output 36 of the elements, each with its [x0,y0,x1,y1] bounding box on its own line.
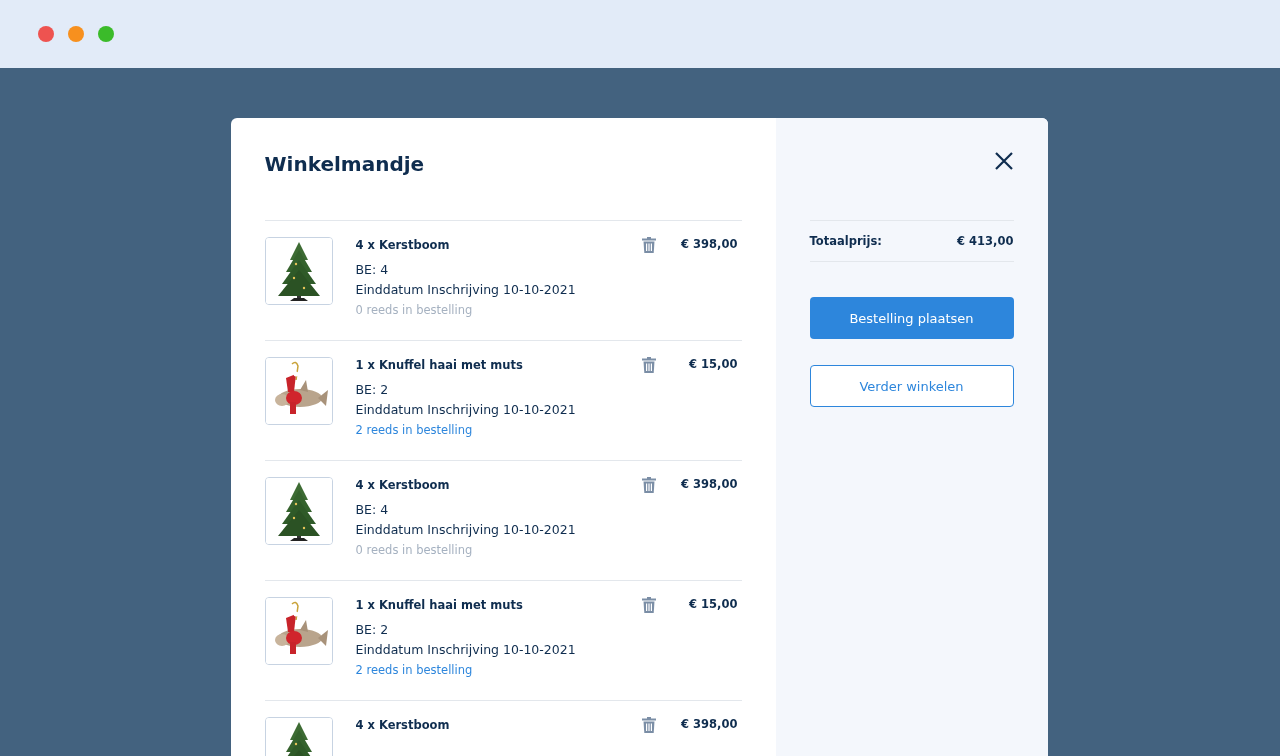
product-name: 4 x Kerstboom [355,718,451,732]
end-date: Einddatum Inschrijving 10-10-2021 [355,641,577,659]
end-date: Einddatum Inschrijving 10-10-2021 [355,281,577,299]
packing-unit: BE: 4 [355,501,390,519]
product-name: 1 x Knuffel haai met muts [355,358,524,372]
packing-unit: BE: 2 [355,381,390,399]
delete-icon[interactable] [641,597,656,613]
delete-icon[interactable] [641,717,656,733]
order-count: 0 reeds in bestelling [355,302,474,319]
packing-unit: BE: 2 [355,621,390,639]
dialog-title: Winkelmandje [264,151,426,178]
product-name: 1 x Knuffel haai met muts [355,598,524,612]
delete-icon[interactable] [641,477,656,493]
product-name: 4 x Kerstboom [355,478,451,492]
continue-shopping-button[interactable]: Verder winkelen [809,365,1014,407]
item-price: € 398,00 [680,237,739,251]
item-price: € 398,00 [680,717,739,731]
end-date: Einddatum Inschrijving 10-10-2021 [355,521,577,539]
place-order-button[interactable]: Bestelling plaatsen [809,297,1014,339]
close-icon[interactable] [993,151,1014,171]
total-label: Totaalprijs: [809,234,882,248]
delete-icon[interactable] [641,357,656,373]
order-count: 2 reeds in bestelling [355,662,474,679]
order-count: 2 reeds in bestelling [355,422,474,439]
product-name: 4 x Kerstboom [355,238,451,252]
maximize-window-dot[interactable] [98,26,114,42]
close-window-dot[interactable] [38,26,54,42]
end-date: Einddatum Inschrijving 10-10-2021 [355,401,577,419]
order-count: 0 reeds in bestelling [355,542,474,559]
item-price: € 15,00 [688,597,739,611]
packing-unit: BE: 4 [355,261,390,279]
item-price: € 15,00 [688,357,739,371]
minimize-window-dot[interactable] [68,26,84,42]
item-price: € 398,00 [680,477,739,491]
total-price: € 413,00 [957,234,1014,248]
delete-icon[interactable] [641,237,656,253]
